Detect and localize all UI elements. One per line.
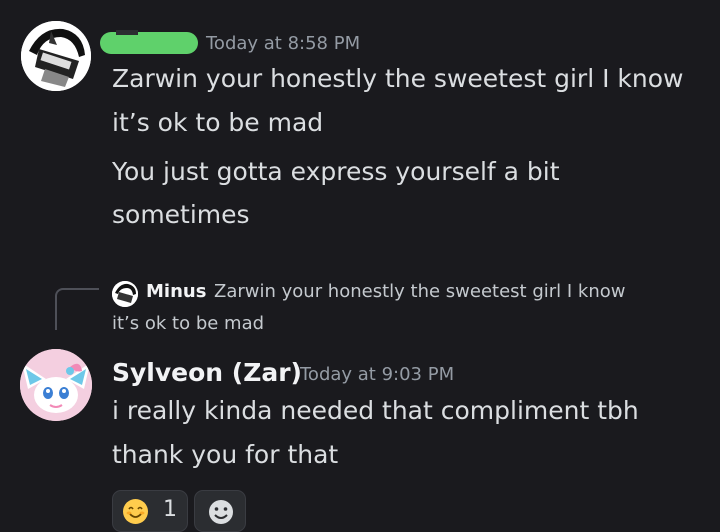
smiling-face-glyph [123,499,148,524]
avatar-author-2[interactable] [20,349,92,421]
reply-avatar-art [112,281,138,307]
reaction-count: 1 [163,497,177,522]
smiling-face-icon [123,499,148,524]
add-reaction-button[interactable] [194,490,246,532]
chat-area: Today at 8:58 PM Zarwin your honestly th… [0,0,720,532]
avatar-art-2 [20,349,92,421]
message-text: sometimes [112,200,250,229]
author-name[interactable]: Sylveon (Zar) [112,358,302,387]
message-text: it’s ok to be mad [112,108,324,137]
message-text: thank you for that [112,440,339,469]
username-fragment [116,30,138,35]
message-timestamp: Today at 8:58 PM [206,33,361,54]
reply-connector [55,288,99,330]
reply-author[interactable]: Minus [146,281,206,302]
message-timestamp: Today at 9:03 PM [300,364,455,385]
username-redacted [100,32,198,54]
reply-preview[interactable]: it’s ok to be mad [112,313,264,334]
message-text: Zarwin your honestly the sweetest girl I… [112,64,684,93]
reply-preview[interactable]: Zarwin your honestly the sweetest girl I… [214,281,625,302]
avatar-author-1[interactable] [21,21,91,91]
add-reaction-icon [209,500,233,524]
reaction-smile[interactable]: 1 [112,490,188,532]
message-text: You just gotta express yourself a bit [112,157,560,186]
avatar-art-1 [21,21,91,91]
message-text: i really kinda needed that compliment tb… [112,396,639,425]
reply-avatar [112,281,138,307]
